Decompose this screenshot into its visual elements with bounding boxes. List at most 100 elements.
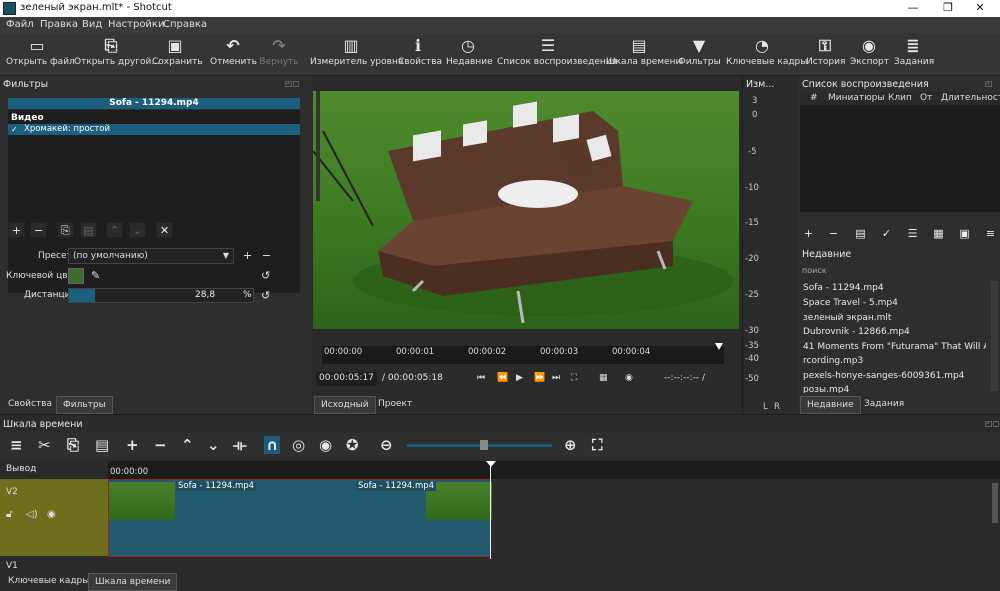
player-ruler[interactable]: 00:00:00 00:00:01 00:00:02 00:00:03 00:0… (322, 346, 724, 364)
playlist-tile-view-icon[interactable]: ▦ (930, 226, 947, 242)
timeline-clip[interactable]: Sofa - 11294.mp4 Sofa - 11294.mp4 (108, 479, 492, 557)
panel-float-icon[interactable]: ◰ (985, 79, 993, 88)
lock-icon[interactable]: 🔓︎ (6, 509, 12, 520)
playlist-update-button[interactable]: ▤ (852, 226, 869, 242)
move-up-button[interactable]: ⌃ (106, 222, 123, 238)
ripple-icon[interactable]: ◉ (319, 436, 332, 454)
recent-search-input[interactable]: поиск (802, 266, 827, 275)
filter-item-chromakey[interactable]: ✓ Хромакей: простой (8, 124, 300, 135)
timeline-button[interactable]: ▤ Шкала времени (606, 35, 681, 75)
playlist-check-icon[interactable]: ✓ (878, 226, 895, 242)
move-down-button[interactable]: ⌄ (129, 222, 146, 238)
column-header[interactable]: От (920, 93, 932, 103)
undo-button[interactable]: ↶ Отменить (210, 35, 257, 75)
append-icon[interactable]: + (126, 436, 139, 454)
filters-button[interactable]: ▼ Фильтры (678, 35, 721, 75)
panel-float-icon[interactable]: ◰◻ (985, 419, 999, 428)
position-timecode[interactable]: 00:00:05:17 (316, 372, 377, 386)
copy-icon[interactable]: ⎘ (67, 436, 79, 454)
paste-icon[interactable]: ▤ (95, 436, 109, 454)
properties-button[interactable]: ℹ Свойства (398, 35, 442, 75)
playlist-table[interactable]: # Миниатюры Клип От Длительность (800, 92, 1000, 212)
paste-filter-button[interactable]: ▤ (80, 222, 97, 238)
column-header[interactable]: # (810, 93, 818, 103)
jobs-button[interactable]: ≣ Задания (894, 35, 934, 75)
menu-settings[interactable]: Настройки (108, 19, 164, 30)
remove-filter-button[interactable]: − (30, 222, 47, 238)
timeline-ruler[interactable]: 00:00:00 (108, 461, 1000, 479)
ripple-all-icon[interactable]: ✪ (346, 436, 359, 454)
playlist-menu-icon[interactable]: ≡ (982, 226, 999, 242)
panel-float-icon[interactable]: ◰◻ (285, 79, 299, 88)
add-preset-button[interactable]: + (239, 248, 256, 264)
overwrite-icon[interactable]: ⌄ (207, 436, 220, 454)
redo-button[interactable]: ↷ Вернуть (258, 35, 300, 75)
lift-icon[interactable]: ⌃ (181, 436, 194, 454)
cut-icon[interactable]: ✂ (38, 436, 51, 454)
open-file-button[interactable]: ▭ Открыть файл (6, 35, 75, 75)
keycolor-swatch[interactable] (68, 268, 84, 284)
list-item[interactable]: Sofa - 11294.mp4 (800, 281, 986, 295)
scrub-icon[interactable]: ◎ (292, 436, 305, 454)
track-header-v2[interactable]: V2 🔓︎ ◁) ◉ (0, 479, 108, 556)
split-icon[interactable]: ⟛ (233, 436, 247, 454)
zoom-slider-handle[interactable] (479, 440, 488, 450)
grid-icon[interactable]: ▦ (599, 373, 608, 383)
zoom-fit-icon[interactable]: ⛶ (592, 436, 603, 454)
tab-timeline[interactable]: Шкала времени (88, 573, 178, 591)
distance-slider[interactable]: 28,8 % (68, 288, 254, 303)
reset-distance-icon[interactable]: ↺ (261, 289, 270, 302)
zoom-icon[interactable]: ⛶ (571, 373, 577, 383)
recent-scrollbar[interactable] (991, 281, 998, 391)
level-meter-button[interactable]: ▥ Измеритель уровня (310, 35, 403, 75)
list-item[interactable]: pexels-honye-sanges-6009361.mp4 (800, 369, 986, 383)
zoom-in-icon[interactable]: ⊕ (564, 436, 577, 454)
volume-icon[interactable]: ◉ (625, 373, 633, 383)
tab-project[interactable]: Проект (372, 396, 418, 412)
preset-select[interactable]: (по умолчанию) ▼ (68, 248, 234, 264)
list-item[interactable]: розы.mp4 (800, 383, 986, 393)
minimize-button[interactable]: — (898, 1, 928, 16)
copy-filter-button[interactable]: ⎘ (57, 222, 74, 238)
snap-magnet-icon[interactable]: ∩ (264, 436, 281, 454)
ripple-delete-icon[interactable]: − (154, 436, 167, 454)
list-item[interactable]: Dubrovnik - 12866.mp4 (800, 325, 986, 339)
checkbox-checked-icon[interactable]: ✓ (11, 124, 18, 135)
zoom-slider[interactable] (407, 440, 552, 450)
visibility-eye-icon[interactable]: ◉ (47, 509, 56, 520)
close-button[interactable]: ✕ (965, 1, 995, 16)
playlist-icon-view-icon[interactable]: ▣ (956, 226, 973, 242)
list-item[interactable]: Space Travel - 5.mp4 (800, 296, 986, 310)
video-preview[interactable] (313, 91, 739, 329)
zoom-out-icon[interactable]: ⊖ (380, 436, 393, 454)
playlist-detail-view-icon[interactable]: ☰ (904, 226, 921, 242)
tab-filters[interactable]: Фильтры (56, 396, 113, 414)
timeline-playhead[interactable] (490, 461, 491, 559)
column-header[interactable]: Миниатюры (828, 93, 885, 103)
deselect-filter-button[interactable]: ✕ (156, 222, 173, 238)
fast-forward-icon[interactable]: ⏩ (534, 373, 545, 383)
keyframes-button[interactable]: ◔ Ключевые кадры (726, 35, 807, 75)
list-item[interactable]: зеленый экран.mlt (800, 311, 986, 325)
tab-source[interactable]: Исходный (314, 396, 376, 414)
column-header[interactable]: Клип (888, 93, 912, 103)
history-button[interactable]: ⚿ История (806, 35, 845, 75)
tab-recent[interactable]: Недавние (800, 396, 861, 414)
skip-start-icon[interactable]: ⏮ (477, 373, 485, 383)
reset-keycolor-icon[interactable]: ↺ (261, 269, 270, 282)
list-item[interactable]: rcording.mp3 (800, 354, 986, 368)
player-playhead[interactable] (715, 343, 723, 350)
tab-jobs[interactable]: Задания (858, 396, 910, 412)
mute-icon[interactable]: ◁) (26, 509, 38, 520)
column-header[interactable]: Длительность (941, 93, 1000, 103)
tab-properties[interactable]: Свойства (2, 396, 58, 412)
playlist-button[interactable]: ☰ Список воспроизведения (497, 35, 617, 75)
tab-keyframes[interactable]: Ключевые кадры (2, 573, 95, 589)
play-icon[interactable]: ▶ (516, 373, 523, 383)
menu-file[interactable]: Файл (6, 19, 34, 30)
save-button[interactable]: ▣ Сохранить (152, 35, 203, 75)
remove-preset-button[interactable]: − (258, 248, 275, 264)
open-other-button[interactable]: ⎘ Открыть другой... (74, 35, 160, 75)
list-item[interactable]: 41 Moments From "Futurama" That Will Al.… (800, 340, 986, 354)
recent-button[interactable]: ◷ Недавние (446, 35, 493, 75)
